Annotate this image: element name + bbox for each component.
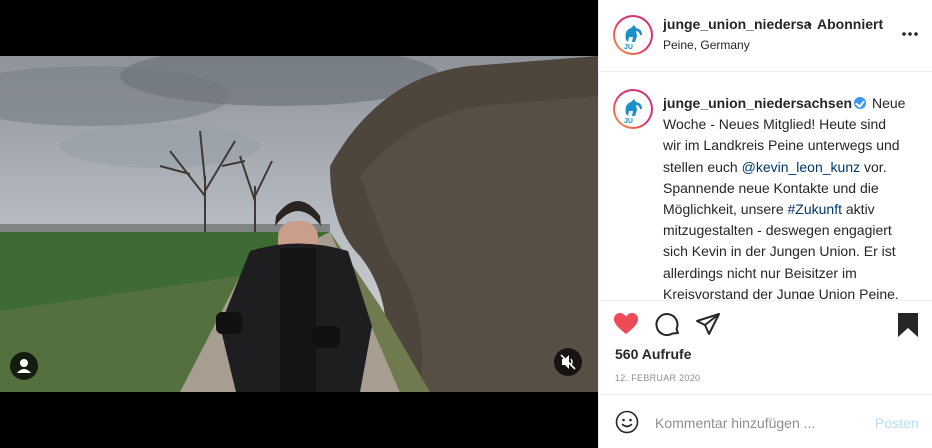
caption-area: JU junge_union_niedersachsen Neue Woche … (599, 73, 932, 299)
header-username[interactable]: junge_union_niedersac (663, 16, 811, 32)
avatar[interactable]: JU (613, 15, 653, 55)
location-link[interactable]: Peine, Germany (663, 38, 750, 52)
caption-text: junge_union_niedersachsen Neue Woche - N… (663, 93, 907, 299)
video-frame (0, 56, 598, 392)
comment-input[interactable]: Kommentar hinzufügen ... (655, 415, 815, 431)
post-panel: JU junge_union_niedersac • Abonniert Pei… (598, 0, 932, 448)
post-comment-button[interactable]: Posten (875, 415, 919, 431)
svg-text:JU: JU (624, 118, 633, 125)
bookmark-icon[interactable] (897, 312, 919, 343)
paper-plane-icon[interactable] (695, 312, 721, 343)
action-bar: 560 Aufrufe 12. FEBRUAR 2020 (599, 300, 932, 404)
post-header: JU junge_union_niedersac • Abonniert Pei… (599, 0, 932, 72)
caption-avatar[interactable]: JU (613, 89, 653, 129)
media-area (0, 0, 598, 448)
caption-username[interactable]: junge_union_niedersachsen (663, 95, 852, 111)
verified-badge-icon (854, 97, 867, 109)
user-tag-icon[interactable] (10, 352, 38, 380)
heart-icon[interactable] (613, 312, 639, 341)
hashtag-link[interactable]: #Zukunft (788, 201, 842, 217)
post-date[interactable]: 12. FEBRUAR 2020 (615, 373, 700, 383)
ju-horse-logo: JU (615, 17, 651, 53)
instagram-post-view: JU junge_union_niedersac • Abonniert Pei… (0, 0, 932, 448)
comment-icon[interactable] (655, 312, 681, 343)
view-count[interactable]: 560 Aufrufe (615, 346, 692, 362)
follow-button[interactable]: Abonniert (817, 16, 883, 32)
svg-text:JU: JU (624, 44, 633, 51)
smiley-icon[interactable] (615, 410, 639, 439)
muted-speaker-icon[interactable] (554, 348, 582, 376)
header-separator: • (807, 16, 812, 32)
mention-link[interactable]: @kevin_leon_kunz (742, 159, 861, 175)
comment-bar: Kommentar hinzufügen ... Posten (599, 394, 932, 448)
ju-horse-logo: JU (615, 91, 651, 127)
more-horizontal-icon[interactable] (899, 26, 921, 42)
video-player[interactable] (0, 56, 598, 392)
